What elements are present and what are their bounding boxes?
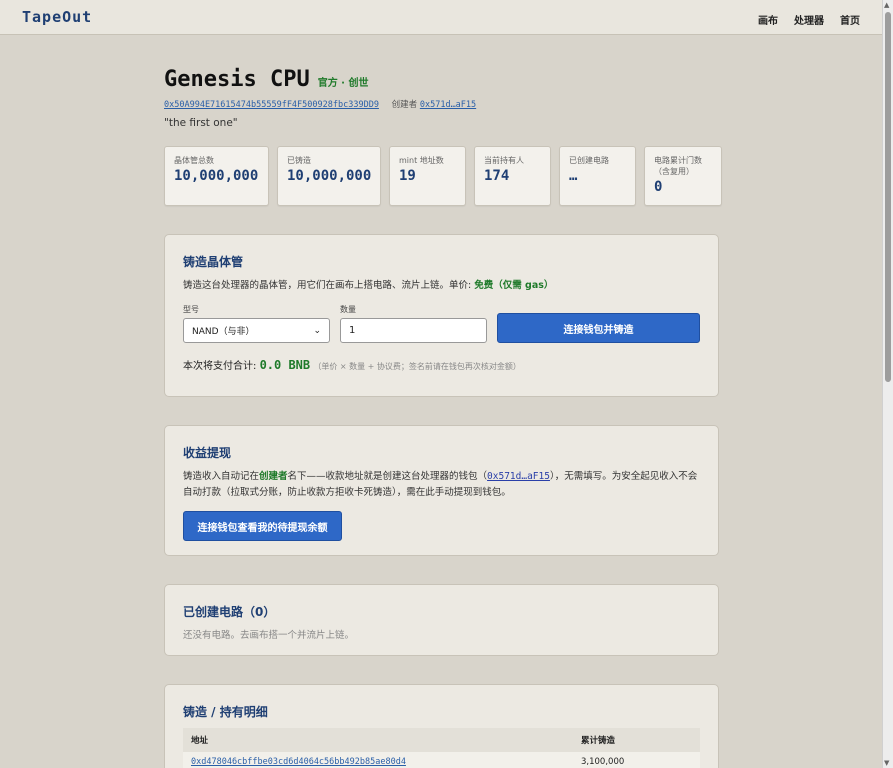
page-title: Genesis CPU — [164, 67, 310, 92]
scrollbar-thumb[interactable] — [885, 12, 891, 382]
holder-address-cell: 0xd478046cbffbe03cd6d4064c56bb492b85ae80… — [183, 752, 573, 768]
chevron-down-icon: ⌄ — [313, 325, 321, 336]
stat-label: 已铸造 — [287, 156, 311, 165]
stat-label: 当前持有人 — [484, 156, 524, 165]
mint-title: 铸造晶体管 — [183, 255, 244, 269]
withdraw-desc-part: 铸造收入自动记在 — [183, 471, 260, 482]
scroll-down-icon[interactable]: ▼ — [884, 759, 889, 767]
quantity-input[interactable]: 1 — [340, 318, 487, 343]
page-scrollbar[interactable]: ▲ ▼ — [882, 0, 893, 768]
address-row: 0x50A994E71615474b55559fF4F500928fbc339D… — [164, 98, 476, 110]
mint-description: 铸造这台处理器的晶体管，用它们在画布上搭电路、流片上链。单价: 免费（仅需 ga… — [183, 278, 700, 294]
stat-holders: 当前持有人 174 — [474, 146, 551, 206]
stat-label: 晶体管总数 — [174, 156, 214, 165]
stat-value: 10,000,000 — [287, 168, 372, 184]
stat-minted: 已铸造 10,000,000 — [277, 146, 381, 206]
stat-value: … — [569, 168, 578, 184]
top-nav: 画布 处理器 首页 — [758, 12, 860, 27]
withdraw-creator-highlight: 创建者 — [259, 471, 288, 482]
mint-total: 本次将支付合计: 0.0 BNB （单价 × 数量 + 协议费；签名前请在钱包再… — [183, 357, 700, 372]
stat-value: 174 — [484, 168, 510, 184]
holder-address-link[interactable]: 0xd478046cbffbe03cd6d4064c56bb492b85ae80… — [191, 757, 406, 767]
stat-gate-count: 电路累计门数（含复用） 0 — [644, 146, 722, 206]
circuits-card: 已创建电路（0） 还没有电路。去画布搭一个并流片上链。 — [164, 584, 719, 656]
table-header-row: 地址 累计铸造 — [183, 728, 700, 752]
stat-total-transistors: 晶体管总数 10,000,000 — [164, 146, 269, 206]
circuits-empty-text: 还没有电路。去画布搭一个并流片上链。 — [183, 630, 355, 641]
nav-home[interactable]: 首页 — [840, 12, 860, 27]
brand-logo[interactable]: TapeOut — [22, 8, 92, 26]
processor-badges: 官方 · 创世 — [317, 78, 369, 89]
stat-value: 0 — [654, 179, 663, 195]
stat-mint-addresses: mint 地址数 19 — [389, 146, 466, 206]
mint-form: 型号 NAND（与非） ⌄ 数量 1 连接钱包并铸造 — [183, 304, 700, 343]
stat-value: 19 — [399, 168, 416, 184]
col-minted-header: 累计铸造 — [573, 728, 700, 752]
total-label: 本次将支付合计: — [183, 361, 257, 372]
nav-canvas[interactable]: 画布 — [758, 12, 778, 27]
stat-value: 10,000,000 — [174, 168, 259, 184]
nav-processors[interactable]: 处理器 — [794, 12, 824, 27]
processor-quote: "the first one" — [164, 117, 238, 129]
withdraw-desc-part: 名下——收款地址就是创建这台处理器的钱包（ — [287, 471, 488, 482]
creator-address-link[interactable]: 0x571d…aF15 — [420, 100, 476, 110]
stat-label: 电路累计门数（含复用） — [654, 156, 702, 176]
model-select[interactable]: NAND（与非） ⌄ — [183, 318, 330, 343]
circuits-title: 已创建电路（0） — [183, 605, 276, 619]
view-withdrawable-button[interactable]: 连接钱包查看我的待提现余额 — [183, 511, 342, 541]
holders-card: 铸造 / 持有明细 地址 累计铸造 0xd478046cbffbe03cd6d4… — [164, 684, 719, 768]
top-bar: TapeOut 画布 处理器 首页 — [0, 0, 882, 35]
mint-price: 免费（仅需 gas） — [474, 280, 554, 291]
scroll-up-icon[interactable]: ▲ — [884, 1, 889, 9]
total-hint: （单价 × 数量 + 协议费；签名前请在钱包再次核对金额） — [313, 362, 521, 371]
stat-label: mint 地址数 — [399, 156, 444, 165]
mint-desc-text: 铸造这台处理器的晶体管，用它们在画布上搭电路、流片上链。单价: — [183, 280, 472, 291]
holders-title: 铸造 / 持有明细 — [183, 705, 268, 719]
stats-row: 晶体管总数 10,000,000 已铸造 10,000,000 mint 地址数… — [164, 146, 722, 206]
model-selected-value: NAND（与非） — [192, 327, 255, 337]
creator-wallet-link[interactable]: 0x571d…aF15 — [487, 471, 550, 482]
model-label: 型号 — [183, 305, 199, 314]
stat-label: 已创建电路 — [569, 156, 609, 165]
quantity-field: 数量 1 — [340, 304, 487, 343]
withdraw-card: 收益提现 铸造收入自动记在创建者名下——收款地址就是创建这台处理器的钱包（0x5… — [164, 425, 719, 556]
total-amount: 0.0 BNB — [259, 358, 311, 372]
quantity-label: 数量 — [340, 305, 356, 314]
holders-table: 地址 累计铸造 0xd478046cbffbe03cd6d4064c56bb49… — [183, 728, 700, 768]
table-row: 0xd478046cbffbe03cd6d4064c56bb492b85ae80… — [183, 752, 700, 768]
withdraw-title: 收益提现 — [183, 446, 232, 460]
creator-label: 创建者 — [391, 100, 418, 110]
connect-and-mint-button[interactable]: 连接钱包并铸造 — [497, 313, 700, 343]
holder-minted-cell: 3,100,000 — [573, 752, 700, 768]
withdraw-description: 铸造收入自动记在创建者名下——收款地址就是创建这台处理器的钱包（0x571d…a… — [183, 469, 700, 501]
mint-card: 铸造晶体管 铸造这台处理器的晶体管，用它们在画布上搭电路、流片上链。单价: 免费… — [164, 234, 719, 397]
title-row: Genesis CPU 官方 · 创世 — [164, 67, 368, 92]
stat-circuits: 已创建电路 … — [559, 146, 636, 206]
model-field: 型号 NAND（与非） ⌄ — [183, 304, 330, 343]
contract-address-link[interactable]: 0x50A994E71615474b55559fF4F500928fbc339D… — [164, 100, 379, 110]
col-address-header: 地址 — [183, 728, 573, 752]
